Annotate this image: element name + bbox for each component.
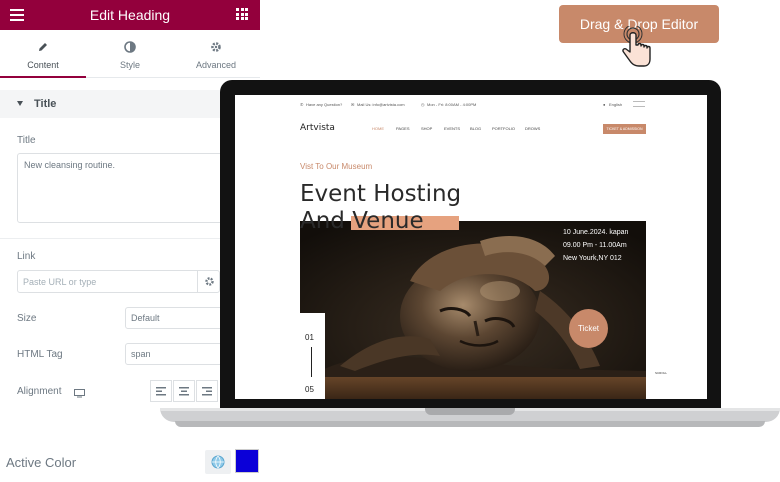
global-color-button[interactable]: [205, 450, 231, 474]
hero-title-line1: Event Hosting: [300, 181, 462, 207]
title-label: Title: [17, 135, 36, 146]
link-input[interactable]: [18, 271, 196, 292]
slide-progress-line: [311, 347, 312, 377]
laptop-base-shadow: [175, 421, 765, 427]
site-logo[interactable]: Artvista: [300, 123, 335, 133]
half-circle-icon: [87, 40, 173, 54]
html-tag-select[interactable]: span: [125, 343, 225, 365]
desktop-icon[interactable]: [74, 385, 85, 403]
clock-icon: ◷: [421, 102, 425, 107]
event-place: New Yourk,NY 012: [563, 255, 622, 262]
tab-content[interactable]: Content: [0, 30, 86, 78]
side-panel: [646, 363, 671, 399]
nav-pages[interactable]: PAGES: [396, 126, 410, 131]
active-color-label: Active Color: [6, 455, 77, 470]
link-label: Link: [17, 251, 36, 262]
html-tag-label: HTML Tag: [17, 349, 63, 360]
topbar-hours: Mon - Fri: 8:00AM - 4:00PM: [427, 102, 477, 107]
laptop-notch: [425, 408, 515, 415]
website-preview: ✆ Have any Question? ✉ Mail Us: info@art…: [235, 95, 707, 399]
phone-icon: ✆: [300, 102, 304, 107]
widgets-grid-icon[interactable]: [236, 8, 248, 20]
tab-advanced[interactable]: Advanced: [173, 30, 259, 78]
size-label: Size: [17, 313, 37, 324]
size-select[interactable]: Default: [125, 307, 225, 329]
ticket-admission-button[interactable]: TICKET & ADMISSION: [603, 124, 646, 134]
event-time: 09.00 Pm - 11.00Am: [563, 242, 627, 249]
tab-style-label: Style: [119, 60, 140, 70]
ticket-circle-button[interactable]: Ticket: [569, 309, 608, 348]
link-options-gear-icon[interactable]: [197, 271, 220, 292]
gear-icon: [173, 40, 259, 54]
nav-portfolio[interactable]: PORTFOLIO: [492, 126, 515, 131]
nav-home[interactable]: HOME: [372, 126, 384, 131]
pointer-hand-icon: [620, 24, 654, 75]
side-label[interactable]: SCROLL: [655, 371, 667, 375]
topbar-question: Have any Question?: [306, 102, 343, 107]
mail-icon: ✉: [351, 102, 355, 107]
align-center-button[interactable]: [173, 380, 195, 402]
nav-drows[interactable]: DROWS: [525, 126, 540, 131]
tab-advanced-label: Advanced: [195, 60, 237, 70]
slide-number-last: 05: [305, 385, 314, 394]
nav-events[interactable]: EVENTS: [444, 126, 460, 131]
slide-number-first: 01: [305, 333, 314, 342]
panel-header: Edit Heading: [0, 0, 260, 30]
language-select[interactable]: English: [609, 102, 622, 107]
align-left-button[interactable]: [150, 380, 172, 402]
event-date: 10 June.2024. kapan: [563, 229, 629, 236]
section-title: Title: [34, 98, 57, 110]
globe-icon: [211, 455, 225, 469]
align-right-button[interactable]: [196, 380, 218, 402]
hero-title-line2: And Venue: [300, 208, 424, 234]
topbar-mail[interactable]: Mail Us: info@artvista.com: [357, 102, 405, 107]
tab-style[interactable]: Style: [87, 30, 173, 78]
menu-lines-icon[interactable]: [633, 101, 645, 107]
hero-kicker: Vist To Our Museum: [300, 162, 373, 171]
link-field: [17, 270, 220, 293]
tab-content-label: Content: [27, 60, 59, 70]
nav-blog[interactable]: BLOG: [470, 126, 481, 131]
panel-title: Edit Heading: [89, 7, 171, 23]
nav-shop[interactable]: SHOP: [421, 126, 432, 131]
pencil-icon: [0, 40, 86, 54]
panel-tabs: Content Style Advanced: [0, 30, 260, 78]
caret-down-icon: [17, 101, 23, 106]
alignment-label: Alignment: [17, 386, 62, 397]
language-flag-icon: ●: [603, 102, 606, 107]
title-textarea[interactable]: New cleansing routine.: [17, 153, 247, 223]
color-swatch[interactable]: [235, 449, 259, 473]
